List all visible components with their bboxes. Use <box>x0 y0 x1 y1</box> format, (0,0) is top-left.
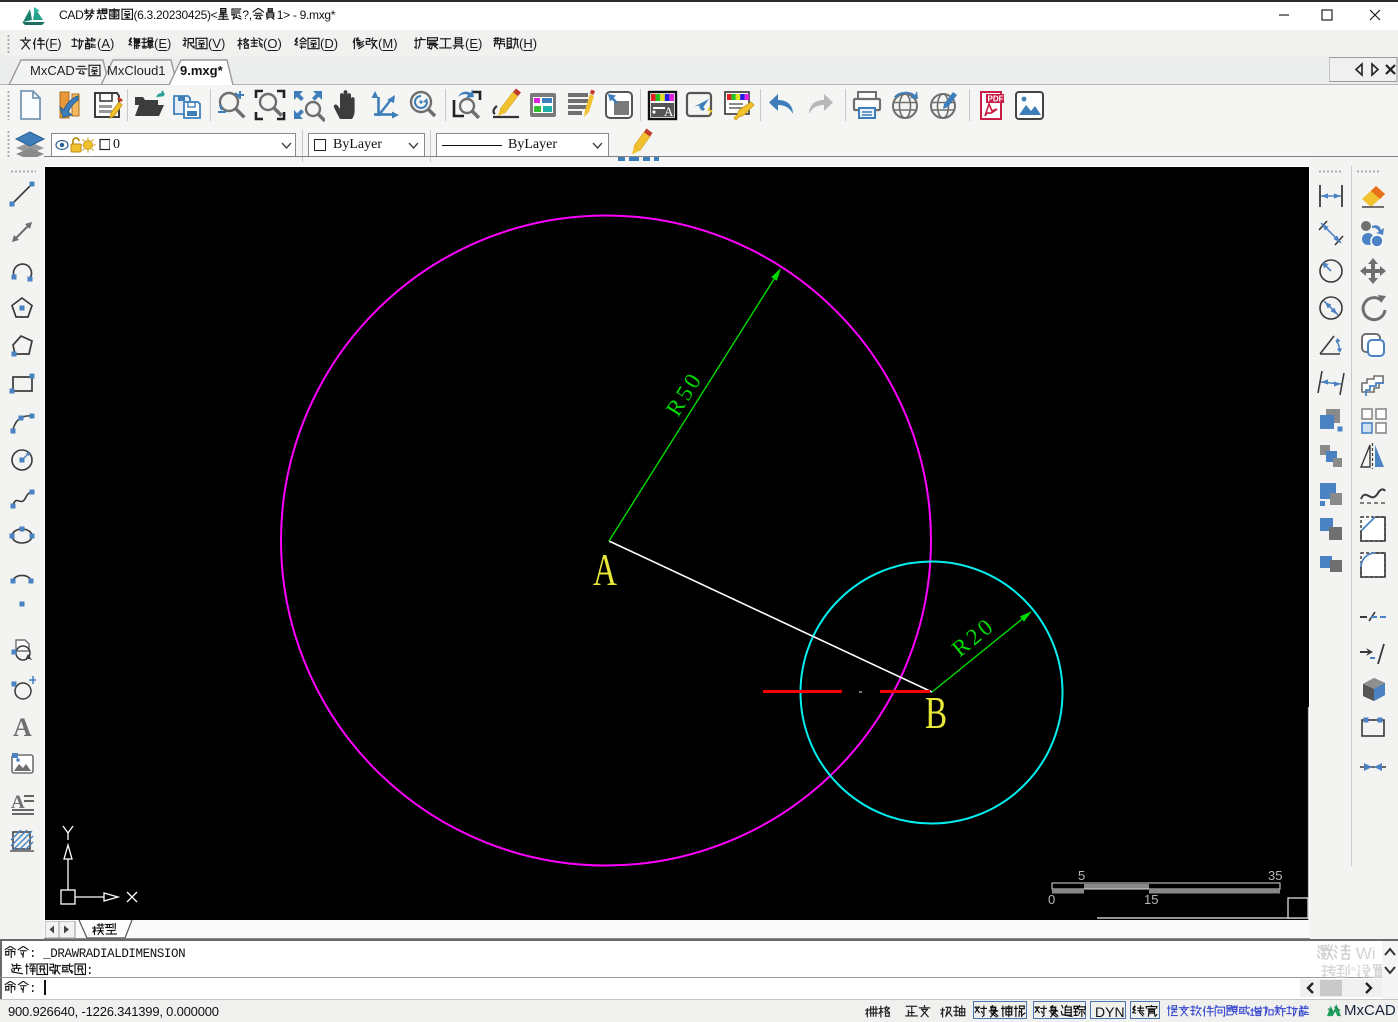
svg-text:0: 0 <box>1048 892 1055 907</box>
svg-text:PDF: PDF <box>988 94 1004 103</box>
svg-text:B: B <box>925 687 947 739</box>
svg-text:35: 35 <box>1268 868 1282 883</box>
svg-text:15: 15 <box>1144 892 1158 907</box>
svg-text:A: A <box>13 713 32 740</box>
svg-text:A: A <box>664 104 674 119</box>
svg-text:A: A <box>593 544 617 596</box>
svg-text:5: 5 <box>1078 868 1085 883</box>
